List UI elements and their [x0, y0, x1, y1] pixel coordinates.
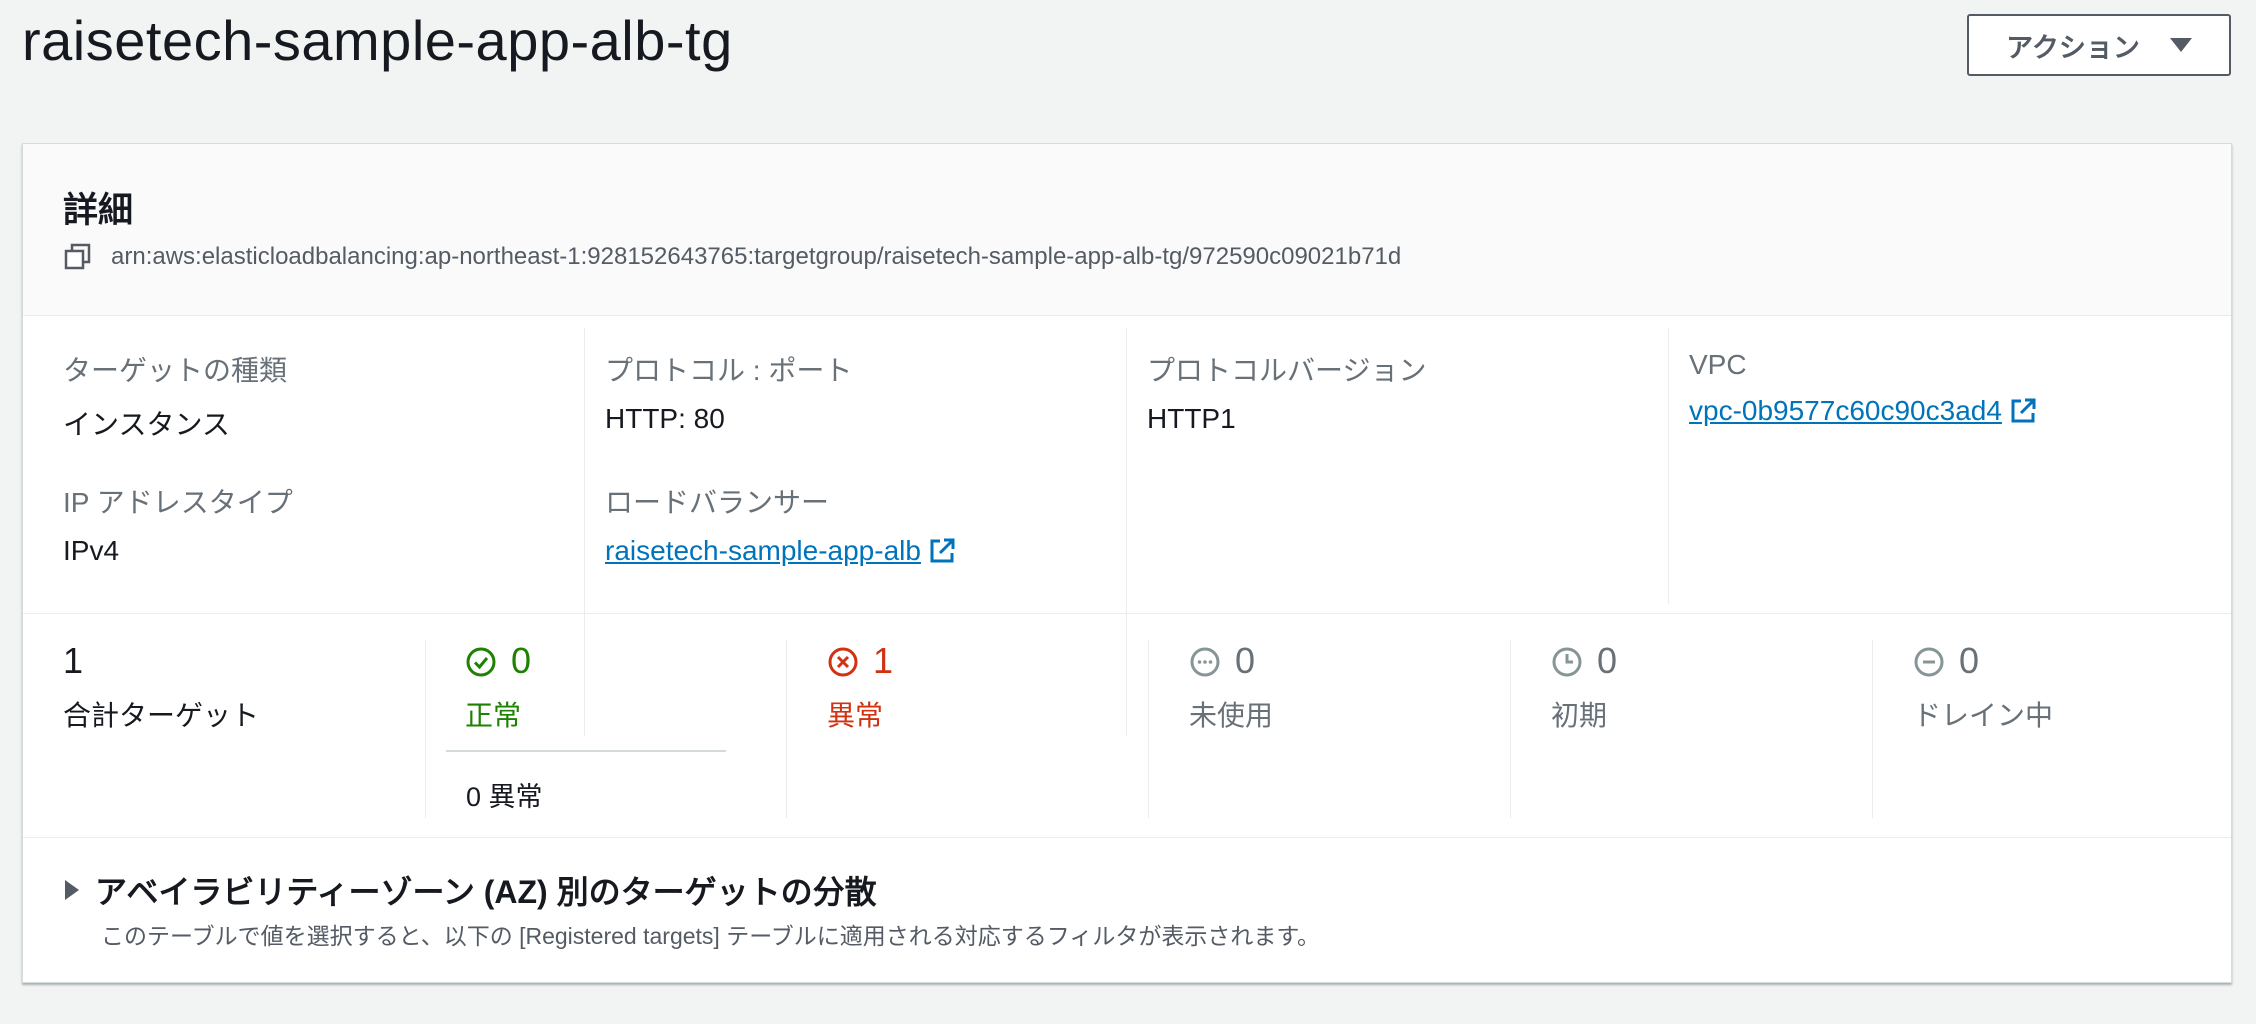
stat-healthy[interactable]: 0 正常	[465, 640, 531, 734]
actions-button-label: アクション	[2006, 32, 2140, 63]
stat-unhealthy[interactable]: 1 異常	[827, 640, 893, 734]
details-header: 詳細 arn:aws:elasticloadbalancing:ap-north…	[23, 144, 2231, 316]
stat-draining[interactable]: 0 ドレイン中	[1913, 640, 2053, 734]
load-balancer-link[interactable]: raisetech-sample-app-alb	[605, 535, 957, 567]
vpc-field: VPC vpc-0b9577c60c90c3ad4	[1689, 349, 2038, 427]
stat-healthy-sub[interactable]: 0 異常	[466, 775, 543, 814]
stat-divider	[1148, 640, 1149, 818]
stat-total-count: 1	[63, 640, 84, 681]
external-link-icon	[2008, 396, 2038, 426]
protocol-version-label: プロトコルバージョン	[1147, 355, 1427, 386]
protocol-port-value: HTTP: 80	[605, 403, 725, 434]
protocol-version-value: HTTP1	[1147, 403, 1236, 434]
section-divider	[23, 837, 2231, 838]
stat-total[interactable]: 1 合計ターゲット	[63, 640, 259, 734]
stat-unused-count: 0	[1235, 640, 1256, 681]
page-title: raisetech-sample-app-alb-tg	[22, 9, 733, 72]
arn-row: arn:aws:elasticloadbalancing:ap-northeas…	[63, 242, 1401, 272]
check-circle-icon	[465, 645, 497, 677]
stat-total-label: 合計ターゲット	[63, 700, 260, 731]
stat-draining-label: ドレイン中	[1913, 700, 2054, 731]
healthy-sub-divider	[446, 750, 726, 752]
ip-type-field: IP アドレスタイプ IPv4	[63, 481, 293, 567]
ip-type-value: IPv4	[63, 535, 120, 566]
stat-unused[interactable]: 0 未使用	[1189, 640, 1273, 734]
column-divider	[584, 328, 585, 736]
vpc-value: vpc-0b9577c60c90c3ad4	[1689, 395, 2002, 426]
minus-circle-icon	[1913, 645, 1945, 677]
stat-unused-label: 未使用	[1189, 700, 1274, 731]
target-type-field: ターゲットの種類 インスタンス	[63, 349, 287, 443]
stat-divider	[1872, 640, 1873, 818]
stat-initial-count: 0	[1597, 640, 1618, 681]
stat-unhealthy-count: 1	[873, 640, 894, 681]
details-title: 詳細	[63, 191, 134, 230]
column-divider	[1668, 328, 1669, 604]
stat-unhealthy-label: 異常	[827, 700, 884, 731]
vpc-label: VPC	[1689, 349, 1747, 380]
stat-healthy-label: 正常	[465, 700, 522, 731]
stat-divider	[786, 640, 787, 818]
stat-initial-label: 初期	[1551, 700, 1608, 731]
stat-healthy-count: 0	[511, 640, 532, 681]
protocol-version-field: プロトコルバージョン HTTP1	[1147, 349, 1426, 435]
ip-type-label: IP アドレスタイプ	[63, 487, 293, 518]
actions-button[interactable]: アクション	[1967, 14, 2231, 76]
vpc-link[interactable]: vpc-0b9577c60c90c3ad4	[1689, 395, 2038, 427]
stat-initial[interactable]: 0 初期	[1551, 640, 1617, 734]
stat-divider	[425, 640, 426, 818]
external-link-icon	[927, 536, 957, 566]
target-type-value: インスタンス	[63, 409, 230, 440]
az-distribution-expander[interactable]: アベイラビリティーゾーン (AZ) 別のターゲットの分散	[65, 867, 877, 913]
stat-draining-count: 0	[1959, 640, 1980, 681]
clock-icon	[1551, 645, 1583, 677]
x-circle-icon	[827, 645, 859, 677]
az-distribution-description: このテーブルで値を選択すると、以下の [Registered targets] …	[101, 923, 1321, 949]
load-balancer-value: raisetech-sample-app-alb	[605, 535, 921, 566]
target-type-label: ターゲットの種類	[63, 355, 288, 386]
caret-right-icon	[65, 880, 79, 900]
stat-divider	[1510, 640, 1511, 818]
az-distribution-title: アベイラビリティーゾーン (AZ) 別のターゲットの分散	[95, 874, 877, 910]
caret-down-icon	[2169, 38, 2192, 52]
protocol-port-label: プロトコル : ポート	[605, 355, 853, 386]
load-balancer-label: ロードバランサー	[605, 487, 830, 518]
ellipsis-circle-icon	[1189, 645, 1221, 677]
copy-icon[interactable]	[63, 242, 93, 272]
details-card: 詳細 arn:aws:elasticloadbalancing:ap-north…	[22, 143, 2232, 983]
arn-text: arn:aws:elasticloadbalancing:ap-northeas…	[111, 243, 1402, 270]
load-balancer-field: ロードバランサー raisetech-sample-app-alb	[605, 481, 957, 567]
section-divider	[23, 613, 2231, 614]
protocol-port-field: プロトコル : ポート HTTP: 80	[605, 349, 852, 435]
column-divider	[1126, 328, 1127, 736]
